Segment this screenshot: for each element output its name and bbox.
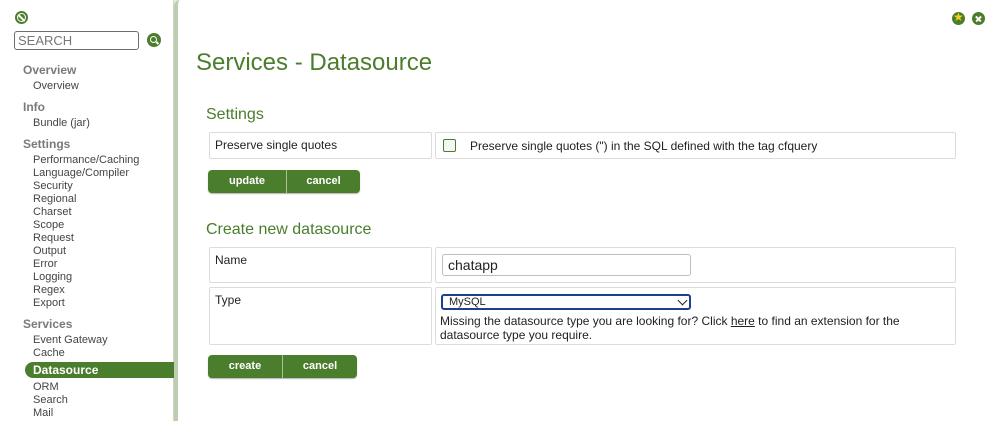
nav-item-performance[interactable]: Performance/Caching xyxy=(33,154,139,166)
nav-item-datasource-active[interactable]: Datasource xyxy=(25,362,182,378)
type-help-text: Missing the datasource type you are look… xyxy=(440,314,940,342)
datasource-type-select[interactable]: MySQL xyxy=(441,294,691,310)
name-label: Name xyxy=(209,247,432,283)
sidebar: Overview Overview Info Bundle (jar) Sett… xyxy=(0,0,182,421)
search-input[interactable] xyxy=(14,31,139,50)
nav-item-regex[interactable]: Regex xyxy=(33,284,65,296)
preserve-quotes-cell: Preserve single quotes (") in the SQL de… xyxy=(435,132,956,159)
nav-item-language[interactable]: Language/Compiler xyxy=(33,167,129,179)
lucee-logo-icon[interactable] xyxy=(15,11,28,24)
preserve-quotes-text: Preserve single quotes (") in the SQL de… xyxy=(470,139,818,153)
nav-item-regional[interactable]: Regional xyxy=(33,193,76,205)
help-text-before: Missing the datasource type you are look… xyxy=(440,314,731,328)
nav-item-export[interactable]: Export xyxy=(33,297,65,309)
update-button[interactable]: update xyxy=(208,170,286,193)
nav-item-logging[interactable]: Logging xyxy=(33,271,72,283)
nav-item-orm[interactable]: ORM xyxy=(33,381,59,393)
nav-item-request[interactable]: Request xyxy=(33,232,74,244)
favorite-star-icon[interactable] xyxy=(952,10,965,25)
nav-item-output[interactable]: Output xyxy=(33,245,66,257)
type-label: Type xyxy=(209,287,432,345)
close-icon[interactable] xyxy=(972,12,985,25)
create-heading: Create new datasource xyxy=(206,221,372,238)
chevron-down-icon xyxy=(677,295,688,306)
search-icon[interactable] xyxy=(147,33,161,47)
nav-item-search[interactable]: Search xyxy=(33,394,68,406)
nav-item-bundle[interactable]: Bundle (jar) xyxy=(33,117,90,129)
nav-group-services[interactable]: Services xyxy=(23,317,72,331)
create-button[interactable]: create xyxy=(208,355,282,378)
page-title: Services - Datasource xyxy=(196,49,433,76)
nav-item-event-gateway[interactable]: Event Gateway xyxy=(33,334,108,346)
nav-item-error[interactable]: Error xyxy=(33,258,57,270)
nav-item-cache[interactable]: Cache xyxy=(33,347,65,359)
type-selected-value: MySQL xyxy=(449,296,486,308)
preserve-quotes-checkbox[interactable] xyxy=(443,139,456,152)
preserve-quotes-label: Preserve single quotes xyxy=(209,132,432,159)
nav-item-overview[interactable]: Overview xyxy=(33,80,79,92)
nav-group-settings[interactable]: Settings xyxy=(23,137,70,151)
extension-link[interactable]: here xyxy=(731,314,755,328)
settings-heading: Settings xyxy=(206,106,264,123)
settings-cancel-button[interactable]: cancel xyxy=(286,170,360,193)
datasource-name-input[interactable] xyxy=(442,254,691,276)
nav-group-overview[interactable]: Overview xyxy=(23,63,76,77)
nav-group-info[interactable]: Info xyxy=(23,100,45,114)
nav-item-scope[interactable]: Scope xyxy=(33,219,64,231)
nav-item-security[interactable]: Security xyxy=(33,180,73,192)
create-cancel-button[interactable]: cancel xyxy=(282,355,357,378)
nav-item-charset[interactable]: Charset xyxy=(33,206,72,218)
create-button-group: create cancel xyxy=(208,355,357,378)
nav-item-mail[interactable]: Mail xyxy=(33,407,53,419)
settings-button-group: update cancel xyxy=(208,170,360,193)
